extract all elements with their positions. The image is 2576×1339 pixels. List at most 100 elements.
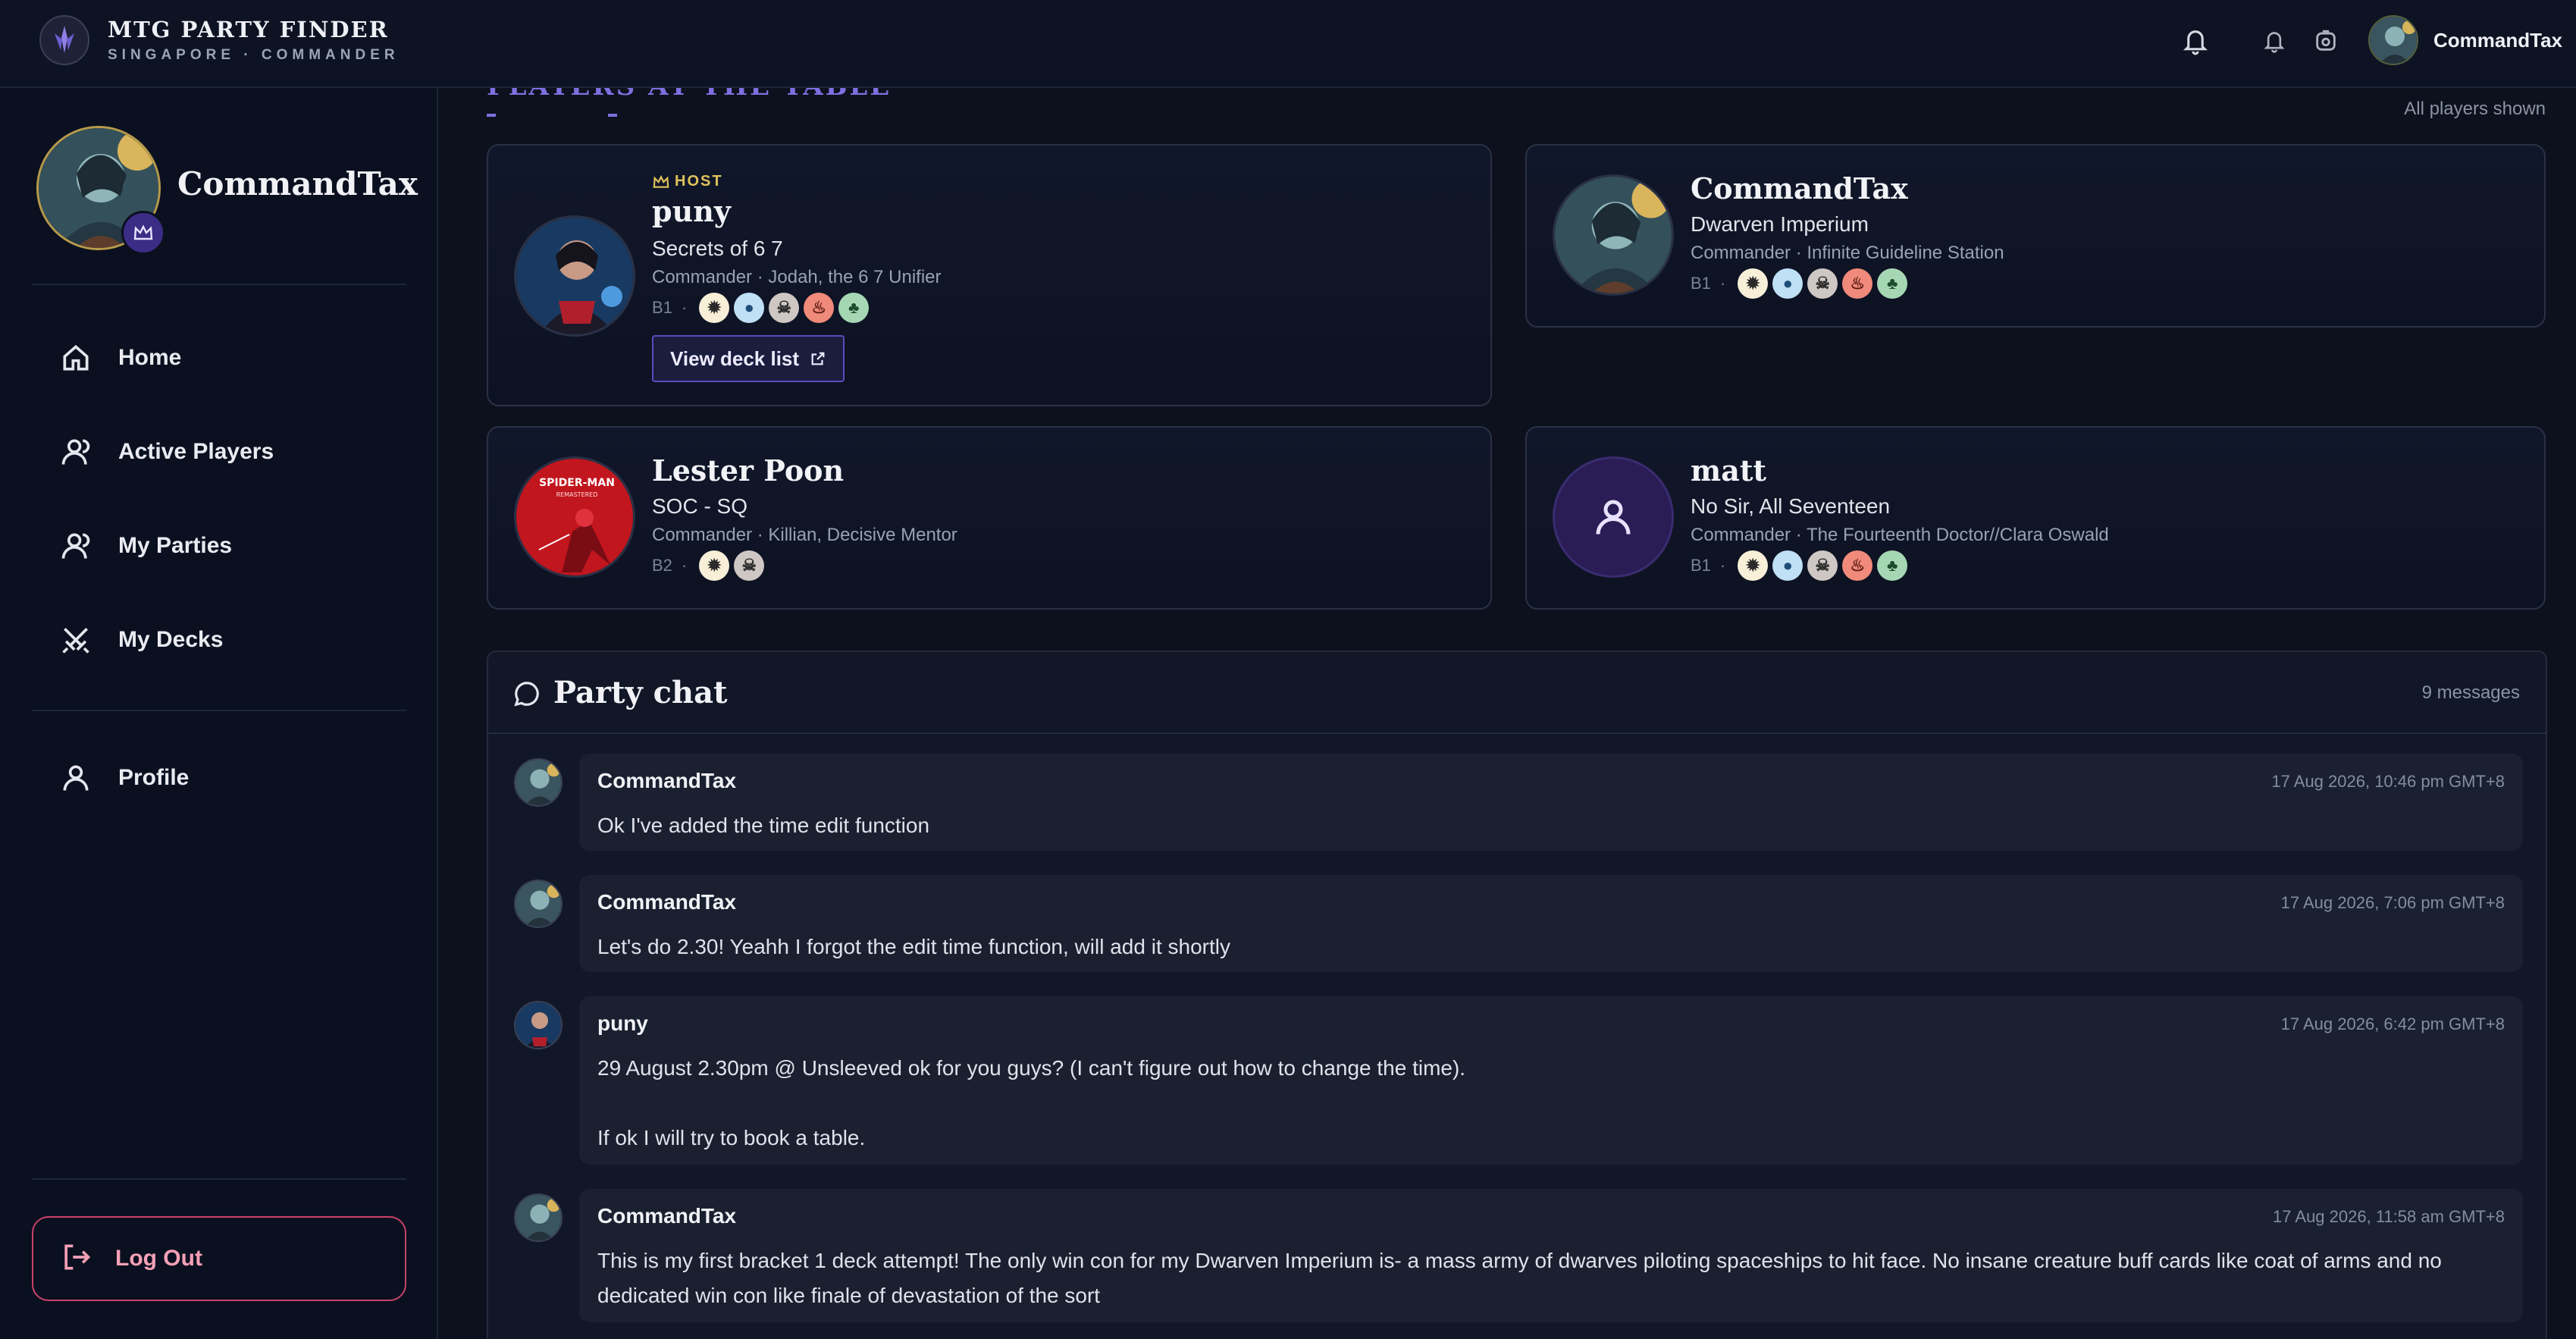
black-mana-icon: ☠: [1807, 550, 1838, 581]
message-avatar[interactable]: [514, 880, 563, 928]
player-name: Lester Poon: [652, 453, 845, 488]
logout-button[interactable]: Log Out: [32, 1216, 406, 1301]
app-title[interactable]: MTG PARTY FINDER: [108, 17, 389, 42]
message-time: 17 Aug 2026, 10:46 pm GMT+8: [2271, 772, 2505, 791]
sidebar-item-profile[interactable]: Profile: [32, 743, 406, 813]
player-card: CommandTax Dwarven Imperium Commander · …: [1525, 144, 2546, 328]
green-mana-icon: ♣: [1877, 550, 1908, 581]
black-mana-icon: ☠: [1807, 268, 1838, 299]
sidebar-divider: [32, 284, 406, 285]
bracket-label: B1: [1691, 274, 1711, 293]
sidebar-item-home[interactable]: Home: [32, 323, 406, 393]
external-link-icon: [811, 352, 825, 365]
logout-icon: [59, 1240, 92, 1278]
player-avatar: [1553, 174, 1674, 296]
avatar-title-text: SPIDER-MAN: [539, 477, 615, 489]
notification-bell-icon[interactable]: [2256, 23, 2292, 59]
bell-icon[interactable]: [2177, 23, 2214, 59]
bracket-label: B2: [652, 556, 672, 575]
crown-icon: [653, 174, 669, 188]
bracket-label: B1: [1691, 556, 1711, 575]
player-name: puny: [652, 194, 731, 228]
commander-name: Commander · The Fourteenth Doctor//Clara…: [1691, 525, 2109, 545]
chat-bubble-icon: [514, 682, 539, 707]
sidebar-item-label: Profile: [118, 765, 190, 790]
chat-message: CommandTax 17 Aug 2026, 11:58 am GMT+8 T…: [579, 1189, 2523, 1322]
message-time: 17 Aug 2026, 11:58 am GMT+8: [2273, 1207, 2505, 1226]
green-mana-icon: ♣: [838, 293, 870, 323]
view-deck-list-label: View deck list: [670, 347, 800, 370]
sidebar-item-active-players[interactable]: Active Players: [32, 417, 406, 487]
commander-name: Commander · Killian, Decisive Mentor: [652, 525, 957, 545]
player-avatar: SPIDER-MAN REMASTERED: [514, 456, 635, 578]
sidebar-item-my-parties[interactable]: My Parties: [32, 511, 406, 581]
bracket-row: B2 · ✹ ☠: [652, 550, 769, 581]
top-username[interactable]: CommandTax: [2433, 29, 2562, 52]
commander-name: Commander · Jodah, the 6 7 Unifier: [652, 267, 942, 287]
top-bar: MTG PARTY FINDER SINGAPORE · COMMANDER C…: [0, 0, 2576, 88]
bracket-row: B1 · ✹ ● ☠ ♨ ♣: [1691, 550, 1912, 581]
message-author: CommandTax: [597, 769, 737, 792]
player-name: CommandTax: [1691, 171, 1908, 205]
section-underline: [487, 114, 729, 117]
message-author: CommandTax: [597, 1204, 737, 1228]
deck-name: Secrets of 6 7: [652, 237, 783, 260]
sidebar-divider: [32, 710, 406, 711]
message-author: CommandTax: [597, 890, 737, 914]
red-mana-icon: ♨: [804, 293, 835, 323]
user-icon: [56, 526, 96, 566]
message-text: Ok I've added the time edit function: [597, 814, 930, 837]
player-card: matt No Sir, All Seventeen Commander · T…: [1525, 426, 2546, 610]
player-card: SPIDER-MAN REMASTERED Lester Poon SOC - …: [487, 426, 1492, 610]
black-mana-icon: ☠: [769, 293, 800, 323]
message-count: 9 messages: [2421, 682, 2520, 703]
players-note: All players shown: [2404, 99, 2546, 119]
host-badge: HOST: [652, 173, 723, 190]
message-author: puny: [597, 1011, 648, 1035]
message-avatar[interactable]: [514, 758, 563, 807]
bracket-row: B1 · ✹ ● ☠ ♨ ♣: [652, 293, 873, 323]
host-label: HOST: [675, 173, 723, 190]
sidebar-divider: [32, 1178, 406, 1180]
chat-title: Party chat: [553, 675, 728, 710]
message-text: 29 August 2.30pm @ Unsleeved ok for you …: [597, 1056, 1466, 1149]
green-mana-icon: ♣: [1877, 268, 1908, 299]
player-avatar: [514, 215, 635, 337]
message-time: 17 Aug 2026, 6:42 pm GMT+8: [2280, 1014, 2505, 1033]
black-mana-icon: ☠: [734, 550, 765, 581]
message-text: Let's do 2.30! Yeahh I forgot the edit t…: [597, 935, 1230, 958]
message-time: 17 Aug 2026, 7:06 pm GMT+8: [2280, 893, 2505, 912]
deck-name: SOC - SQ: [652, 494, 748, 518]
message-text: This is my first bracket 1 deck attempt!…: [597, 1249, 2442, 1307]
deck-name: No Sir, All Seventeen: [1691, 494, 1891, 518]
red-mana-icon: ♨: [1842, 268, 1873, 299]
deck-name: Dwarven Imperium: [1691, 212, 1869, 236]
refresh-icon[interactable]: [2308, 23, 2344, 59]
crown-icon: [121, 211, 165, 255]
message-avatar[interactable]: [514, 1193, 563, 1242]
party-chat: Party chat 9 messages CommandTax 17 Aug …: [487, 651, 2547, 1339]
app-subtitle: SINGAPORE · COMMANDER: [108, 47, 400, 63]
player-name: matt: [1691, 453, 1766, 488]
home-icon: [56, 338, 96, 378]
blue-mana-icon: ●: [1772, 550, 1804, 581]
bracket-label: B1: [652, 298, 672, 317]
chat-message: CommandTax 17 Aug 2026, 10:46 pm GMT+8 O…: [579, 754, 2523, 851]
sidebar-item-my-decks[interactable]: My Decks: [32, 605, 406, 675]
white-mana-icon: ✹: [699, 550, 730, 581]
sidebar: CommandTax Home Active Players My Partie…: [0, 88, 438, 1339]
message-avatar[interactable]: [514, 1001, 563, 1049]
white-mana-icon: ✹: [699, 293, 730, 323]
red-mana-icon: ♨: [1842, 550, 1873, 581]
chat-header: Party chat 9 messages: [488, 652, 2546, 734]
chat-message: CommandTax 17 Aug 2026, 7:06 pm GMT+8 Le…: [579, 875, 2523, 972]
player-card: HOST puny Secrets of 6 7 Commander · Jod…: [487, 144, 1492, 406]
view-deck-list-button[interactable]: View deck list: [652, 335, 845, 382]
crossed-swords-icon: [56, 620, 96, 660]
user-icon: [56, 432, 96, 472]
logout-label: Log Out: [115, 1246, 202, 1271]
blue-mana-icon: ●: [1772, 268, 1804, 299]
bracket-row: B1 · ✹ ● ☠ ♨ ♣: [1691, 268, 1912, 299]
user-avatar[interactable]: [2368, 15, 2418, 65]
app-logo-icon[interactable]: [39, 15, 89, 65]
